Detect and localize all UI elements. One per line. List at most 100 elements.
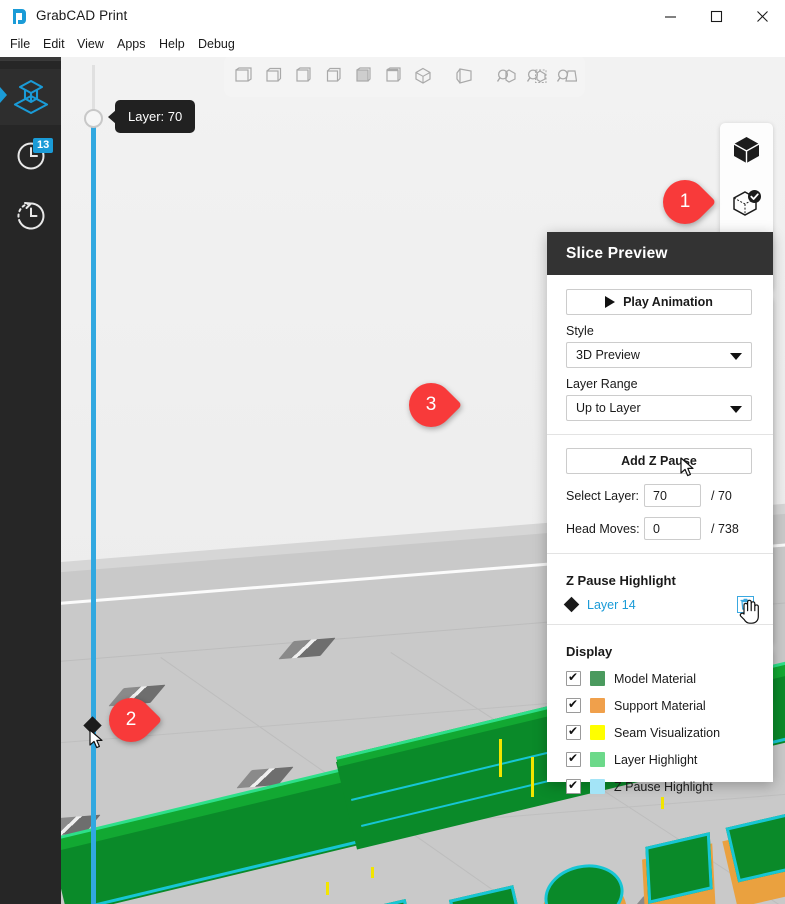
cube-on-plate-icon bbox=[11, 76, 51, 119]
menu-bar: File Edit View Apps Help Debug bbox=[0, 33, 785, 57]
view-perspective-icon[interactable] bbox=[451, 63, 478, 90]
seam-marker bbox=[371, 867, 374, 878]
color-swatch-layer-highlight bbox=[590, 752, 605, 767]
checkbox-z-pause-highlight[interactable] bbox=[566, 778, 581, 794]
z-pause-layer-link[interactable]: Layer 14 bbox=[587, 598, 636, 612]
app-title: GrabCAD Print bbox=[36, 8, 128, 23]
display-title: Display bbox=[566, 644, 613, 659]
checkbox-seam-visualization[interactable] bbox=[566, 724, 581, 740]
panel-zpause-list-section: Z Pause Highlight Layer 14 bbox=[547, 554, 773, 624]
tool-model-icon[interactable] bbox=[720, 127, 773, 177]
callout-number: 2 bbox=[125, 709, 137, 730]
head-moves-label: Head Moves: bbox=[566, 521, 640, 536]
checkbox-layer-highlight[interactable] bbox=[566, 751, 581, 767]
view-toolbar bbox=[224, 57, 585, 97]
menu-help[interactable]: Help bbox=[157, 37, 187, 54]
view-iso-icon[interactable] bbox=[409, 63, 436, 90]
diamond-marker-icon bbox=[563, 596, 580, 613]
slice-preview-panel: Slice Preview Play Animation Style 3D Pr… bbox=[547, 232, 773, 794]
menu-file[interactable]: File bbox=[8, 37, 32, 54]
color-swatch-seam-visualization bbox=[590, 725, 605, 740]
style-select[interactable]: 3D Preview bbox=[566, 342, 752, 368]
left-sidebar: 13 bbox=[0, 57, 61, 904]
rail-top-strip bbox=[0, 57, 61, 61]
solid-cube-icon bbox=[731, 134, 762, 170]
display-label-seam-visualization: Seam Visualization bbox=[614, 725, 721, 740]
display-label-layer-highlight: Layer Highlight bbox=[614, 752, 698, 767]
zoom-fit-icon[interactable] bbox=[493, 63, 520, 90]
view-front-icon[interactable] bbox=[229, 63, 256, 90]
display-item-seam-visualization[interactable]: Seam Visualization bbox=[566, 719, 754, 746]
select-layer-label: Select Layer: bbox=[566, 488, 639, 503]
view-top-icon[interactable] bbox=[349, 63, 376, 90]
style-value: 3D Preview bbox=[576, 348, 640, 362]
panel-animation-section: Play Animation Style 3D Preview Layer Ra… bbox=[547, 275, 773, 434]
maximize-button[interactable] bbox=[693, 0, 739, 33]
queue-badge: 13 bbox=[33, 138, 54, 153]
display-item-z-pause-highlight[interactable]: Z Pause Highlight bbox=[566, 773, 754, 800]
title-bar: GrabCAD Print bbox=[0, 0, 785, 33]
display-label-z-pause-highlight: Z Pause Highlight bbox=[614, 779, 713, 794]
panel-zpause-section: Add Z Pause Select Layer: 70 / 70 Head M… bbox=[547, 435, 773, 553]
checkbox-support-material[interactable] bbox=[566, 697, 581, 713]
cursor-arrow-marker bbox=[89, 729, 105, 751]
layer-tooltip: Layer: 70 bbox=[107, 100, 196, 133]
menu-view[interactable]: View bbox=[75, 37, 106, 54]
seam-marker bbox=[326, 882, 329, 895]
head-moves-row: Head Moves: 0 / 738 bbox=[566, 517, 754, 540]
color-swatch-model-material bbox=[590, 671, 605, 686]
grabcad-logo-icon bbox=[10, 7, 29, 26]
tool-model-check-icon[interactable] bbox=[720, 181, 773, 231]
menu-apps[interactable]: Apps bbox=[115, 37, 148, 54]
sidebar-item-model-view[interactable] bbox=[0, 69, 61, 125]
display-label-model-material: Model Material bbox=[614, 671, 696, 686]
view-left-icon[interactable] bbox=[289, 63, 316, 90]
history-clock-icon bbox=[14, 198, 48, 237]
seam-marker bbox=[499, 739, 502, 777]
cursor-arrow-add-z-pause bbox=[680, 457, 696, 479]
seam-marker bbox=[531, 757, 534, 797]
callout-slice-preview-tool: 1 bbox=[653, 170, 723, 234]
color-swatch-z-pause-highlight bbox=[590, 779, 605, 794]
callout-number: 3 bbox=[425, 394, 437, 415]
select-layer-input[interactable]: 70 bbox=[644, 484, 701, 507]
color-swatch-support-material bbox=[590, 698, 605, 713]
zoom-window-icon[interactable] bbox=[553, 63, 580, 90]
menu-edit[interactable]: Edit bbox=[41, 37, 67, 54]
display-item-support-material[interactable]: Support Material bbox=[566, 692, 754, 719]
zoom-selection-icon[interactable] bbox=[523, 63, 550, 90]
play-triangle-icon bbox=[605, 296, 616, 308]
head-moves-input[interactable]: 0 bbox=[644, 517, 701, 540]
select-layer-row: Select Layer: 70 / 70 bbox=[566, 484, 754, 507]
play-animation-label: Play Animation bbox=[623, 295, 713, 309]
display-label-support-material: Support Material bbox=[614, 698, 706, 713]
layer-range-select[interactable]: Up to Layer bbox=[566, 395, 752, 421]
view-back-icon[interactable] bbox=[259, 63, 286, 90]
view-right-icon[interactable] bbox=[319, 63, 346, 90]
layer-range-value: Up to Layer bbox=[576, 401, 641, 415]
panel-display-section: Display Model Material Support Material … bbox=[547, 625, 773, 812]
layer-slider-fill bbox=[91, 119, 96, 904]
menu-debug[interactable]: Debug bbox=[196, 37, 237, 54]
close-button[interactable] bbox=[739, 0, 785, 33]
add-z-pause-button[interactable]: Add Z Pause bbox=[566, 448, 752, 474]
view-bottom-icon[interactable] bbox=[379, 63, 406, 90]
cursor-hand-trash bbox=[738, 598, 759, 624]
play-animation-button[interactable]: Play Animation bbox=[566, 289, 752, 315]
z-pause-list-item[interactable]: Layer 14 bbox=[563, 594, 754, 615]
chevron-down-icon bbox=[730, 406, 742, 413]
z-pause-highlight-title: Z Pause Highlight bbox=[566, 573, 676, 588]
display-item-model-material[interactable]: Model Material bbox=[566, 665, 754, 692]
layer-slider-handle[interactable] bbox=[84, 109, 103, 128]
minimize-button[interactable] bbox=[647, 0, 693, 33]
sidebar-item-history[interactable] bbox=[0, 189, 61, 245]
style-label: Style bbox=[566, 324, 594, 338]
sidebar-item-print-queue[interactable]: 13 bbox=[0, 129, 61, 185]
display-item-layer-highlight[interactable]: Layer Highlight bbox=[566, 746, 754, 773]
layer-range-label: Layer Range bbox=[566, 377, 638, 391]
callout-number: 1 bbox=[679, 191, 691, 212]
checkbox-model-material[interactable] bbox=[566, 670, 581, 686]
chevron-down-icon bbox=[730, 353, 742, 360]
panel-header: Slice Preview bbox=[547, 232, 773, 275]
head-moves-total: / 738 bbox=[711, 521, 739, 536]
